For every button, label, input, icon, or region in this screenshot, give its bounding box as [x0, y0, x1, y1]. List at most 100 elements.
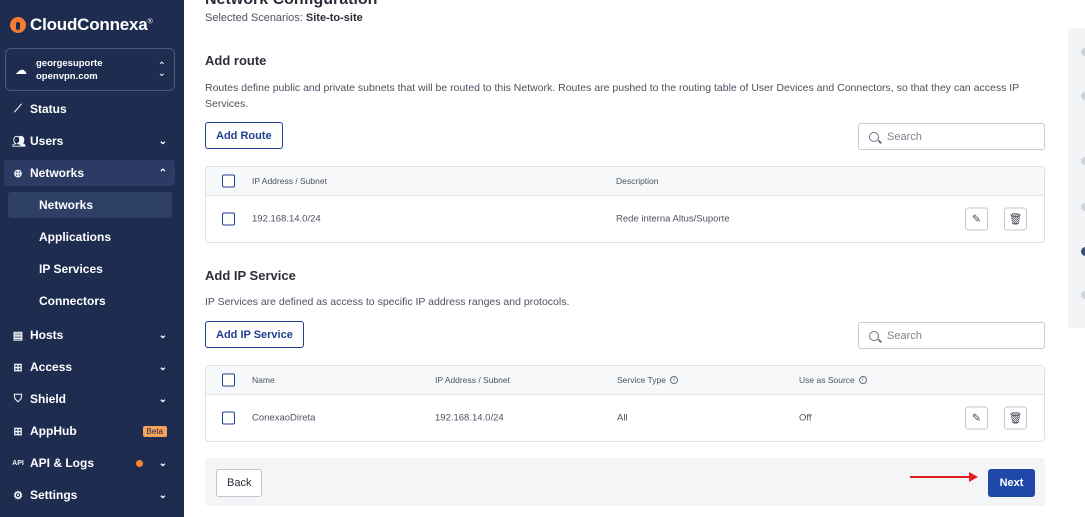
routes-title: Add route — [205, 53, 267, 68]
routes-search-input[interactable] — [887, 130, 1027, 143]
red-arrow-annotation — [910, 472, 978, 482]
chevron-down-icon: ⌄ — [158, 457, 167, 469]
table-row: ConexaoDireta 192.168.14.0/24 All Off ✎ … — [206, 395, 1044, 441]
gear-icon: ⚙ — [13, 489, 23, 502]
next-button[interactable]: Next — [988, 469, 1035, 497]
step-dot — [1081, 48, 1085, 56]
step-dot — [1081, 92, 1085, 100]
service-type: All — [617, 412, 628, 424]
sidebar-item-shield[interactable]: ⛉ Shield ⌄ — [4, 386, 175, 412]
scenario-value: Site-to-site — [305, 12, 363, 24]
edit-button[interactable]: ✎ — [965, 207, 988, 231]
route-subnet: 192.168.14.0/24 — [252, 213, 321, 225]
row-checkbox[interactable] — [222, 411, 235, 425]
routes-table: IP Address / Subnet Description 192.168.… — [205, 166, 1045, 243]
sidebar-item-status[interactable]: ⟋ Status — [4, 96, 175, 122]
page-title: Network Configuration — [205, 0, 377, 9]
chart-line-icon: ⟋ — [14, 102, 22, 115]
brand-name: CloudConnexa — [30, 15, 148, 34]
sidebar-subitem-applications[interactable]: Applications — [8, 224, 172, 250]
sidebar-subitem-connectors[interactable]: Connectors — [8, 288, 172, 314]
sidebar-item-api-logs[interactable]: API API & Logs ⌄ — [4, 450, 175, 476]
server-icon: ▤ — [12, 329, 24, 342]
brand-logo[interactable]: CloudConnexa® — [10, 15, 153, 35]
api-icon: API — [12, 459, 24, 467]
search-icon — [869, 131, 879, 142]
grid-icon: ⊞ — [13, 361, 23, 374]
shield-icon: ⛉ — [13, 392, 23, 405]
route-description: Rede interna Altus/Suporte — [616, 213, 730, 225]
search-icon — [869, 330, 879, 341]
beta-badge: Beta — [142, 425, 167, 437]
chevron-up-icon: ⌃ — [158, 167, 167, 179]
sidebar: CloudConnexa® ☁ georgesuporte openvpn.co… — [0, 0, 184, 517]
info-icon[interactable]: i — [858, 376, 867, 384]
delete-button[interactable]: 🗑︎ — [1004, 207, 1027, 231]
info-icon[interactable]: i — [669, 376, 678, 384]
chevron-down-icon: ⌄ — [158, 329, 167, 341]
selected-scenarios: Selected Scenarios: Site-to-site — [205, 12, 363, 24]
back-button[interactable]: Back — [216, 469, 263, 497]
openvpn-logo-icon — [10, 17, 26, 33]
globe-icon: ⊕ — [13, 167, 23, 180]
sidebar-item-users[interactable]: 👥︎ Users ⌄ — [4, 128, 175, 154]
main-content: Network Configuration Selected Scenarios… — [184, 0, 1064, 517]
chevron-down-icon: ⌄ — [158, 135, 167, 147]
service-subnet: 192.168.14.0/24 — [435, 412, 504, 424]
add-route-button[interactable]: Add Route — [205, 122, 283, 149]
select-all-checkbox[interactable] — [222, 174, 235, 188]
ip-services-description: IP Services are defined as access to spe… — [205, 296, 570, 308]
chevron-down-icon: ⌄ — [158, 393, 167, 405]
select-all-checkbox[interactable] — [222, 373, 235, 387]
account-domain: openvpn.com — [36, 70, 98, 82]
step-dot-active — [1081, 247, 1085, 256]
users-icon: 👥︎ — [12, 135, 26, 148]
account-switcher[interactable]: ☁ georgesuporte openvpn.com ⌃ ⌄ — [5, 48, 175, 91]
step-dot — [1081, 157, 1085, 165]
ip-services-search[interactable] — [858, 322, 1045, 349]
routes-search[interactable] — [858, 123, 1045, 150]
chevron-down-icon: ⌄ — [158, 489, 167, 501]
trash-icon: 🗑︎ — [1008, 412, 1023, 425]
table-header: Name IP Address / Subnet Service Type i U… — [206, 366, 1044, 395]
step-dot — [1081, 203, 1085, 211]
sidebar-subitem-ip-services[interactable]: IP Services — [8, 256, 172, 282]
sidebar-subitem-networks[interactable]: Networks — [8, 192, 172, 218]
column-header-description: Description — [616, 176, 659, 186]
ip-services-search-input[interactable] — [887, 329, 1027, 342]
apps-icon: ⊞ — [13, 425, 23, 438]
column-header-subnet: IP Address / Subnet — [435, 375, 510, 385]
account-user: georgesuporte — [36, 57, 103, 69]
step-dot — [1081, 291, 1085, 299]
routes-description: Routes define public and private subnets… — [205, 82, 1020, 110]
pencil-icon: ✎ — [971, 412, 982, 425]
brand-mark: ® — [147, 18, 153, 26]
add-ip-service-button[interactable]: Add IP Service — [205, 321, 304, 348]
edit-button[interactable]: ✎ — [965, 406, 988, 430]
row-checkbox[interactable] — [222, 212, 235, 226]
delete-button[interactable]: 🗑︎ — [1004, 406, 1027, 430]
wizard-footer: Back Next — [205, 458, 1045, 506]
sidebar-item-settings[interactable]: ⚙ Settings ⌄ — [4, 482, 175, 508]
service-use-as-source: Off — [799, 412, 812, 424]
column-header-use-as-source: Use as Source i — [799, 375, 867, 385]
table-row: 192.168.14.0/24 Rede interna Altus/Supor… — [206, 196, 1044, 242]
cloud-icon: ☁ — [15, 62, 27, 77]
column-header-name: Name — [252, 375, 275, 385]
ip-services-title: Add IP Service — [205, 268, 296, 283]
chevron-down-icon: ⌄ — [158, 361, 167, 373]
sidebar-item-apphub[interactable]: ⊞ AppHub Beta — [4, 418, 175, 444]
right-panel-edge — [1068, 28, 1085, 328]
column-header-service-type: Service Type i — [617, 375, 678, 385]
sidebar-item-networks[interactable]: ⊕ Networks ⌃ — [4, 160, 175, 186]
table-header: IP Address / Subnet Description — [206, 167, 1044, 196]
service-name: ConexaoDireta — [252, 412, 316, 424]
sidebar-item-access[interactable]: ⊞ Access ⌄ — [4, 354, 175, 380]
trash-icon: 🗑︎ — [1008, 213, 1023, 226]
column-header-subnet: IP Address / Subnet — [252, 176, 327, 186]
chevron-up-down-icon: ⌃ ⌄ — [157, 60, 166, 79]
notification-dot — [136, 459, 143, 467]
pencil-icon: ✎ — [971, 213, 982, 226]
sidebar-item-hosts[interactable]: ▤ Hosts ⌄ — [4, 322, 175, 348]
ip-services-table: Name IP Address / Subnet Service Type i U… — [205, 365, 1045, 442]
